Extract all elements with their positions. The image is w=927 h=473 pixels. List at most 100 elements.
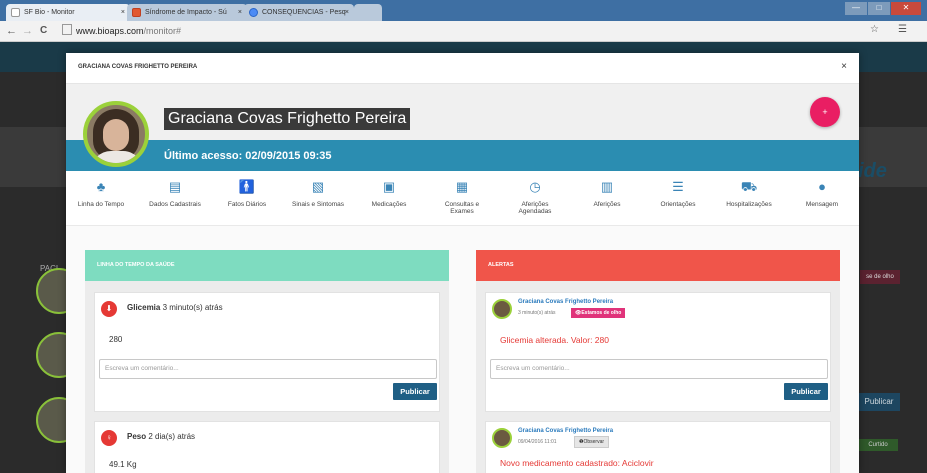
last-access: Último acesso: 02/09/2015 09:35 [164, 150, 332, 162]
post-title: Glicemia 3 minuto(s) atrás [127, 303, 223, 312]
close-tab-icon[interactable]: × [121, 4, 125, 21]
modal-title: GRACIANA COVAS FRIGHETTO PEREIRA [78, 64, 198, 70]
window-controls: — □ ✕ [845, 2, 921, 15]
tab-label: CONSEQUENCIAS - Pesq [262, 9, 346, 16]
nav-dados-cadastrais[interactable]: ▤ Dados Cadastrais [140, 179, 210, 208]
timeline-post-glicemia: ⬇ Glicemia 3 minuto(s) atrás 280 Escreva… [94, 292, 440, 412]
publish-button[interactable]: Publicar [784, 383, 828, 400]
alert-author[interactable]: Graciana Covas Frighetto Pereira [518, 299, 613, 305]
close-tab-icon[interactable]: × [238, 4, 242, 21]
minimize-button[interactable]: — [845, 2, 867, 15]
browser-tab-bar: SF Bio - Monitor × Síndrome de Impacto -… [0, 0, 927, 21]
close-tab-icon[interactable]: × [345, 4, 349, 21]
image-icon: ▧ [311, 179, 325, 194]
chat-icon: ● [818, 179, 826, 194]
nav-orientacoes[interactable]: ☰ Orientações [643, 179, 713, 208]
post-value: 49.1 Kg [109, 460, 137, 469]
calendar-icon: ▦ [455, 179, 469, 194]
close-window-button[interactable]: ✕ [891, 2, 921, 15]
nav-label: Aferições [593, 201, 621, 208]
nav-hospitalizacoes[interactable]: ⛟ Hospitalizações [714, 179, 784, 208]
nav-linha-do-tempo[interactable]: ♣ Linha do Tempo [66, 179, 136, 208]
background-badge: se de olho [860, 270, 900, 284]
nav-sinais-e-sintomas[interactable]: ▧ Sinais e Sintomas [283, 179, 353, 208]
alert-item: Graciana Covas Frighetto Pereira 09/04/2… [485, 421, 831, 473]
nav-label: Fatos Diários [227, 201, 267, 208]
bar-chart-icon: ▥ [600, 179, 614, 194]
add-button[interactable]: + [810, 97, 840, 127]
publish-button[interactable]: Publicar [393, 383, 437, 400]
nav-label: Linha do Tempo [77, 201, 125, 208]
patient-modal: GRACIANA COVAS FRIGHETTO PEREIRA × Graci… [66, 53, 859, 473]
watching-badge: 👁Estamos de olho [571, 308, 626, 318]
alert-text: Novo medicamento cadastrado: Aciclovir [500, 458, 654, 468]
tab-sf-bio-monitor[interactable]: SF Bio - Monitor × [6, 4, 130, 21]
page-icon [11, 8, 20, 17]
ambulance-icon: ⛟ [740, 179, 758, 194]
alerts-header: ALERTAS [476, 250, 840, 281]
sf-logo-icon [132, 8, 141, 17]
tab-consequencias[interactable]: CONSEQUENCIAS - Pesq × [244, 4, 354, 21]
post-value: 280 [109, 335, 123, 344]
url-host: www.bioaps.com [76, 26, 144, 36]
person-icon: 🚹 [238, 179, 256, 194]
nav-consultas-e-exames[interactable]: ▦ Consultas e Exames [427, 179, 497, 215]
close-icon[interactable]: × [841, 61, 847, 72]
nav-medicacoes[interactable]: ▣ Medicações [354, 179, 424, 208]
address-bar: ← → C www.bioaps.com/monitor# ☆ ☰ [0, 21, 927, 42]
patient-nav: ♣ Linha do Tempo ▤ Dados Cadastrais 🚹 Fa… [66, 173, 859, 226]
star-icon[interactable]: ☆ [870, 24, 879, 35]
clock-icon: ◷ [529, 179, 541, 194]
scale-icon: ♀ [101, 430, 117, 446]
post-time: 3 minuto(s) atrás [162, 303, 223, 312]
post-time: 2 dia(s) atrás [148, 432, 196, 441]
timeline-post-peso: ♀ Peso 2 dia(s) atrás 49.1 Kg [94, 421, 440, 473]
tab-label: Síndrome de Impacto - Sú [145, 9, 227, 16]
nav-label: Dados Cadastrais [149, 201, 201, 208]
alert-author[interactable]: Graciana Covas Frighetto Pereira [518, 428, 613, 434]
nav-afericoes[interactable]: ▥ Aferições [572, 179, 642, 208]
new-tab-button[interactable] [354, 4, 382, 21]
comment-input[interactable]: Escreva um comentário... [99, 359, 437, 379]
drop-icon: ⬇ [101, 301, 117, 317]
nav-label: Medicações [371, 201, 407, 208]
alert-time: 3 minuto(s) atrás [518, 310, 556, 316]
background-publish-button: Publicar [858, 393, 900, 411]
nav-fatos-diarios[interactable]: 🚹 Fatos Diários [212, 179, 282, 208]
nav-label: Hospitalizações [726, 201, 772, 208]
menu-icon[interactable]: ☰ [898, 24, 907, 35]
patient-name: Graciana Covas Frighetto Pereira [164, 108, 411, 130]
observe-badge[interactable]: ❶Observar [574, 436, 610, 448]
patient-avatar [83, 101, 149, 167]
nav-label: Sinais e Sintomas [291, 201, 345, 208]
nav-mensagem[interactable]: ● Mensagem [787, 179, 857, 208]
timeline-header: LINHA DO TEMPO DA SAÚDE [85, 250, 449, 281]
reload-icon[interactable]: C [40, 24, 47, 38]
forward-arrow-icon[interactable]: → [22, 24, 33, 38]
nav-afericoes-agendadas[interactable]: ◷ Aferições Agendadas [500, 179, 570, 215]
comment-input[interactable]: Escreva um comentário... [490, 359, 828, 379]
medkit-icon: ▣ [382, 179, 396, 194]
url-field[interactable]: www.bioaps.com/monitor# [62, 24, 842, 38]
timeline-icon: ♣ [96, 179, 106, 194]
alert-time: 09/04/2016 11:01 [518, 439, 557, 445]
nav-label: Mensagem [805, 201, 839, 208]
nav-label: Orientações [660, 201, 696, 208]
background-badge-green: Curtido [858, 439, 898, 451]
back-arrow-icon[interactable]: ← [6, 24, 17, 38]
tab-sindrome-de-impacto[interactable]: Síndrome de Impacto - Sú × [127, 4, 247, 21]
alert-item: Graciana Covas Frighetto Pereira 3 minut… [485, 292, 831, 412]
post-title: Peso 2 dia(s) atrás [127, 432, 195, 441]
avatar [492, 299, 512, 319]
modal-header: GRACIANA COVAS FRIGHETTO PEREIRA × [66, 53, 859, 84]
url-path: /monitor# [143, 26, 182, 36]
page-icon [62, 24, 72, 35]
avatar [492, 428, 512, 448]
maximize-button[interactable]: □ [868, 2, 890, 15]
post-type: Glicemia [127, 303, 161, 312]
list-icon: ☰ [672, 179, 684, 194]
background-title-fragment: ide [858, 160, 887, 182]
post-type: Peso [127, 432, 147, 441]
alert-text: Glicemia alterada. Valor: 280 [500, 335, 609, 345]
google-icon [249, 8, 258, 17]
